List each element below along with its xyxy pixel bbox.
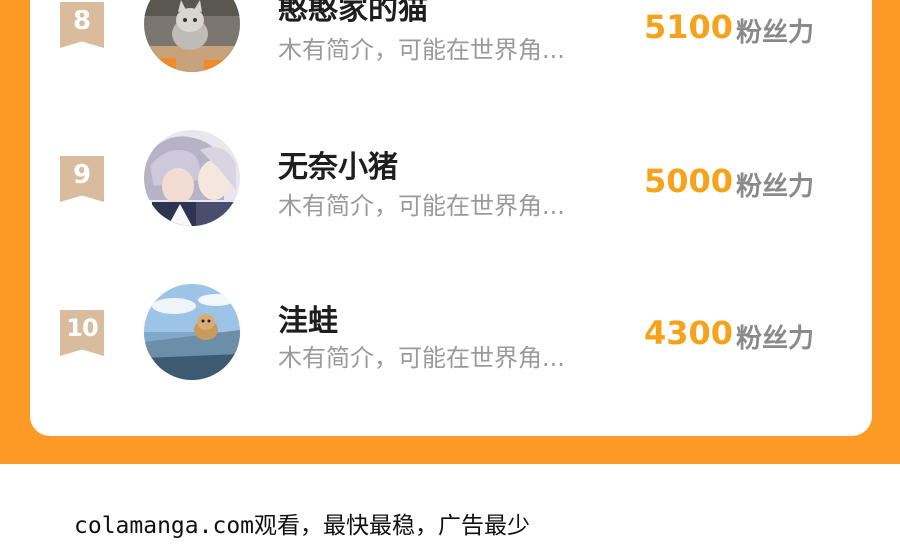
rank-badge: 10 xyxy=(60,310,104,356)
ranking-card: 8 憨憨家的猫 木有简介，可能在世界角... 5100 粉丝力 9 无奈小猪 木… xyxy=(30,0,872,436)
user-name: 无奈小猪 xyxy=(278,150,398,185)
rank-badge: 9 xyxy=(60,156,104,202)
ranking-row[interactable]: 8 憨憨家的猫 木有简介，可能在世界角... 5100 粉丝力 xyxy=(30,0,872,72)
dog-in-boat-avatar[interactable] xyxy=(144,284,240,380)
ranking-row[interactable]: 10 洼蛙 木有简介，可能在世界角... 4300 粉丝力 xyxy=(30,282,872,382)
cat-photo-avatar[interactable] xyxy=(144,0,240,72)
fan-power-score: 5100 xyxy=(644,8,734,46)
user-name: 洼蛙 xyxy=(278,304,338,339)
fan-power-unit: 粉丝力 xyxy=(736,324,815,354)
user-name: 憨憨家的猫 xyxy=(278,0,428,27)
user-intro: 木有简介，可能在世界角... xyxy=(278,36,565,64)
anime-characters-avatar[interactable] xyxy=(144,130,240,226)
fan-power-unit: 粉丝力 xyxy=(736,18,815,48)
user-intro: 木有简介，可能在世界角... xyxy=(278,344,565,372)
rank-badge: 8 xyxy=(60,2,104,48)
fan-power-score: 5000 xyxy=(644,162,734,200)
ranking-row[interactable]: 9 无奈小猪 木有简介，可能在世界角... 5000 粉丝力 xyxy=(30,128,872,228)
user-intro: 木有简介，可能在世界角... xyxy=(278,192,565,220)
fan-power-score: 4300 xyxy=(644,314,734,352)
watermark-text: colamanga.com观看，最快最稳，广告最少 xyxy=(74,513,531,539)
fan-power-unit: 粉丝力 xyxy=(736,172,815,202)
